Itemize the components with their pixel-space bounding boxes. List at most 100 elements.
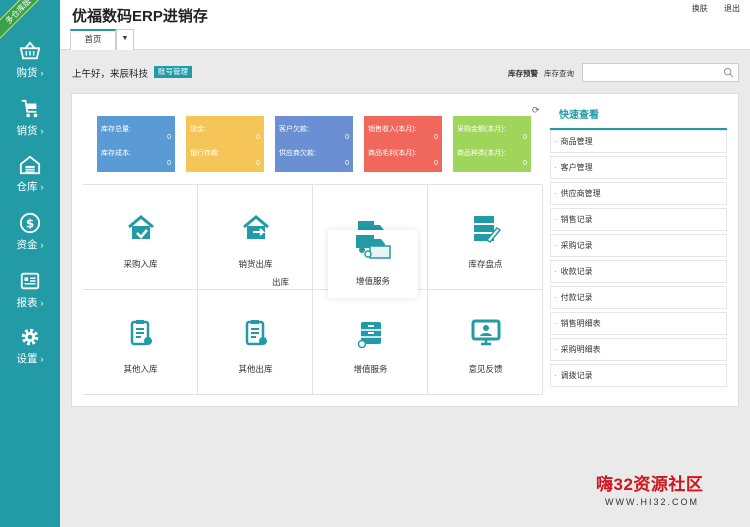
chevron-right-icon: › — [40, 298, 44, 308]
shortcut-label: 其他出库 — [238, 364, 273, 374]
refresh-icon[interactable]: ⟳ — [532, 105, 540, 116]
summary-card-cash: 现金: 0 银行存款: 0 — [186, 116, 264, 172]
sidebar-item-label: 仓库 — [16, 181, 38, 193]
bullet-icon: · — [554, 241, 557, 250]
card-value: 0 — [345, 160, 349, 167]
sidebar-item-label: 报表 — [16, 297, 38, 309]
warehouse-icon — [19, 155, 41, 175]
sidebar-item-label: 销货 — [16, 125, 38, 137]
quick-view-item[interactable]: · 供应商管理 — [550, 182, 727, 205]
stock-query-label: 库存查询 — [544, 69, 574, 78]
tab-home[interactable]: 首页 — [70, 29, 116, 50]
shortcut-label: 采购入库 — [123, 259, 158, 269]
shortcut-other-out[interactable]: 其他出库 — [198, 290, 313, 395]
svg-text:$: $ — [26, 217, 34, 231]
summary-card-stock: 库存总量: 0 库存成本: 0 — [97, 116, 175, 172]
bullet-icon: · — [554, 345, 557, 354]
basket-icon — [19, 41, 41, 60]
shortcut-purchase-in[interactable]: 采购入库 — [83, 185, 198, 290]
card-label: 商品毛利(本月): — [368, 150, 417, 157]
sidebar-item-purchase[interactable]: 购货 › — [0, 40, 60, 98]
summary-card-sales: 销售收入(本月): 0 商品毛利(本月): 0 — [364, 116, 442, 172]
card-value: 0 — [167, 160, 171, 167]
stock-warning-link[interactable]: 库存预警 — [508, 68, 538, 79]
shortcut-other-in[interactable]: 其他入库 — [83, 290, 198, 395]
quick-view-item[interactable]: · 销售记录 — [550, 208, 727, 231]
bullet-icon: · — [554, 215, 557, 224]
shortcut-label: 其他入库 — [123, 364, 158, 374]
quick-view-item[interactable]: · 客户管理 — [550, 156, 727, 179]
hover-overlay-value-added[interactable]: 增值服务 — [328, 230, 418, 298]
card-value: 0 — [434, 134, 438, 141]
greeting-text: 上午好，来辰科技 — [72, 69, 149, 80]
shortcut-grid: 采购入库 销货出库 库存盘点 其他入库 其他出库 增值服务 意见反馈 — [83, 184, 543, 395]
switch-skin-link[interactable]: 换肤 — [692, 4, 708, 13]
card-label: 供应商欠款: — [279, 150, 316, 157]
other-out-icon — [245, 320, 267, 346]
quick-view-title: 快速查看 — [550, 104, 727, 130]
quick-view-item[interactable]: · 采购明细表 — [550, 338, 727, 361]
search-icon[interactable] — [723, 67, 734, 78]
card-value: 0 — [345, 134, 349, 141]
shortcut-sales-out[interactable]: 销货出库 — [198, 185, 313, 290]
card-label: 采购金额(本月): — [457, 126, 506, 133]
card-label: 库存成本: — [101, 150, 131, 157]
card-value: 0 — [256, 134, 260, 141]
label-fragment: 出库 — [272, 277, 290, 287]
sidebar: 多仓库版 购货 › 销货 › 仓库 › $ 资金 › 报表 › 设置 › — [0, 0, 60, 527]
quick-view-item[interactable]: · 商品管理 — [550, 130, 727, 153]
account-manage-button[interactable]: 账号管理 — [154, 66, 192, 78]
card-label: 商品种类(本月): — [457, 150, 506, 157]
card-label: 库存总量: — [101, 126, 131, 133]
cabinet-icon — [357, 322, 381, 348]
report-icon — [20, 272, 40, 290]
header-links: 换肤 退出 — [678, 3, 740, 14]
shortcut-label: 销货出库 — [238, 259, 273, 269]
tab-dropdown-button[interactable]: ▼ — [116, 29, 134, 50]
caret-down-icon: ▼ — [121, 35, 129, 42]
quick-view-item[interactable]: · 调拨记录 — [550, 364, 727, 387]
sidebar-item-funds[interactable]: $ 资金 › — [0, 212, 60, 270]
chevron-right-icon: › — [40, 126, 44, 136]
chevron-right-icon: › — [40, 354, 44, 364]
search-input[interactable] — [582, 63, 739, 82]
bullet-icon: · — [554, 293, 557, 302]
app-title: 优福数码ERP进销存 — [72, 8, 208, 25]
bullet-icon: · — [554, 371, 557, 380]
other-in-icon — [130, 320, 152, 346]
inventory-check-icon — [474, 216, 501, 243]
logout-link[interactable]: 退出 — [724, 4, 740, 13]
feedback-icon — [471, 319, 501, 346]
sidebar-item-sales[interactable]: 销货 › — [0, 98, 60, 156]
sales-out-icon — [243, 215, 269, 239]
edition-ribbon: 多仓库版 — [0, 0, 52, 45]
quick-view-item[interactable]: · 收款记录 — [550, 260, 727, 283]
watermark-logo: 嗨32资源社区 — [596, 475, 704, 494]
chevron-right-icon: › — [40, 68, 44, 78]
card-value: 0 — [167, 134, 171, 141]
card-value: 0 — [523, 134, 527, 141]
bullet-icon: · — [554, 319, 557, 328]
watermark-url: WWW.HI32.COM — [605, 497, 699, 507]
sidebar-item-reports[interactable]: 报表 › — [0, 270, 60, 328]
bullet-icon: · — [554, 189, 557, 198]
sidebar-item-warehouse[interactable]: 仓库 › — [0, 154, 60, 212]
truck-icon — [356, 235, 391, 259]
card-value: 0 — [523, 160, 527, 167]
shortcut-inventory-check[interactable]: 库存盘点 — [428, 185, 543, 290]
shortcut-feedback[interactable]: 意见反馈 — [428, 290, 543, 395]
cart-icon — [21, 99, 38, 118]
shortcut-value-added[interactable]: 增值服务 — [313, 290, 428, 395]
shortcut-label: 意见反馈 — [468, 364, 503, 374]
money-icon: $ — [19, 212, 41, 234]
bullet-icon: · — [554, 163, 557, 172]
summary-card-purchase: 采购金额(本月): 0 商品种类(本月): 0 — [453, 116, 531, 172]
card-label: 客户欠款: — [279, 126, 309, 133]
quick-view-item[interactable]: · 销售明细表 — [550, 312, 727, 335]
quick-view-item[interactable]: · 采购记录 — [550, 234, 727, 257]
quick-view-item[interactable]: · 付款记录 — [550, 286, 727, 309]
sidebar-item-settings[interactable]: 设置 › — [0, 326, 60, 384]
card-label: 销售收入(本月): — [368, 126, 417, 133]
shortcut-label: 增值服务 — [353, 364, 388, 374]
summary-card-debts: 客户欠款: 0 供应商欠款: 0 — [275, 116, 353, 172]
